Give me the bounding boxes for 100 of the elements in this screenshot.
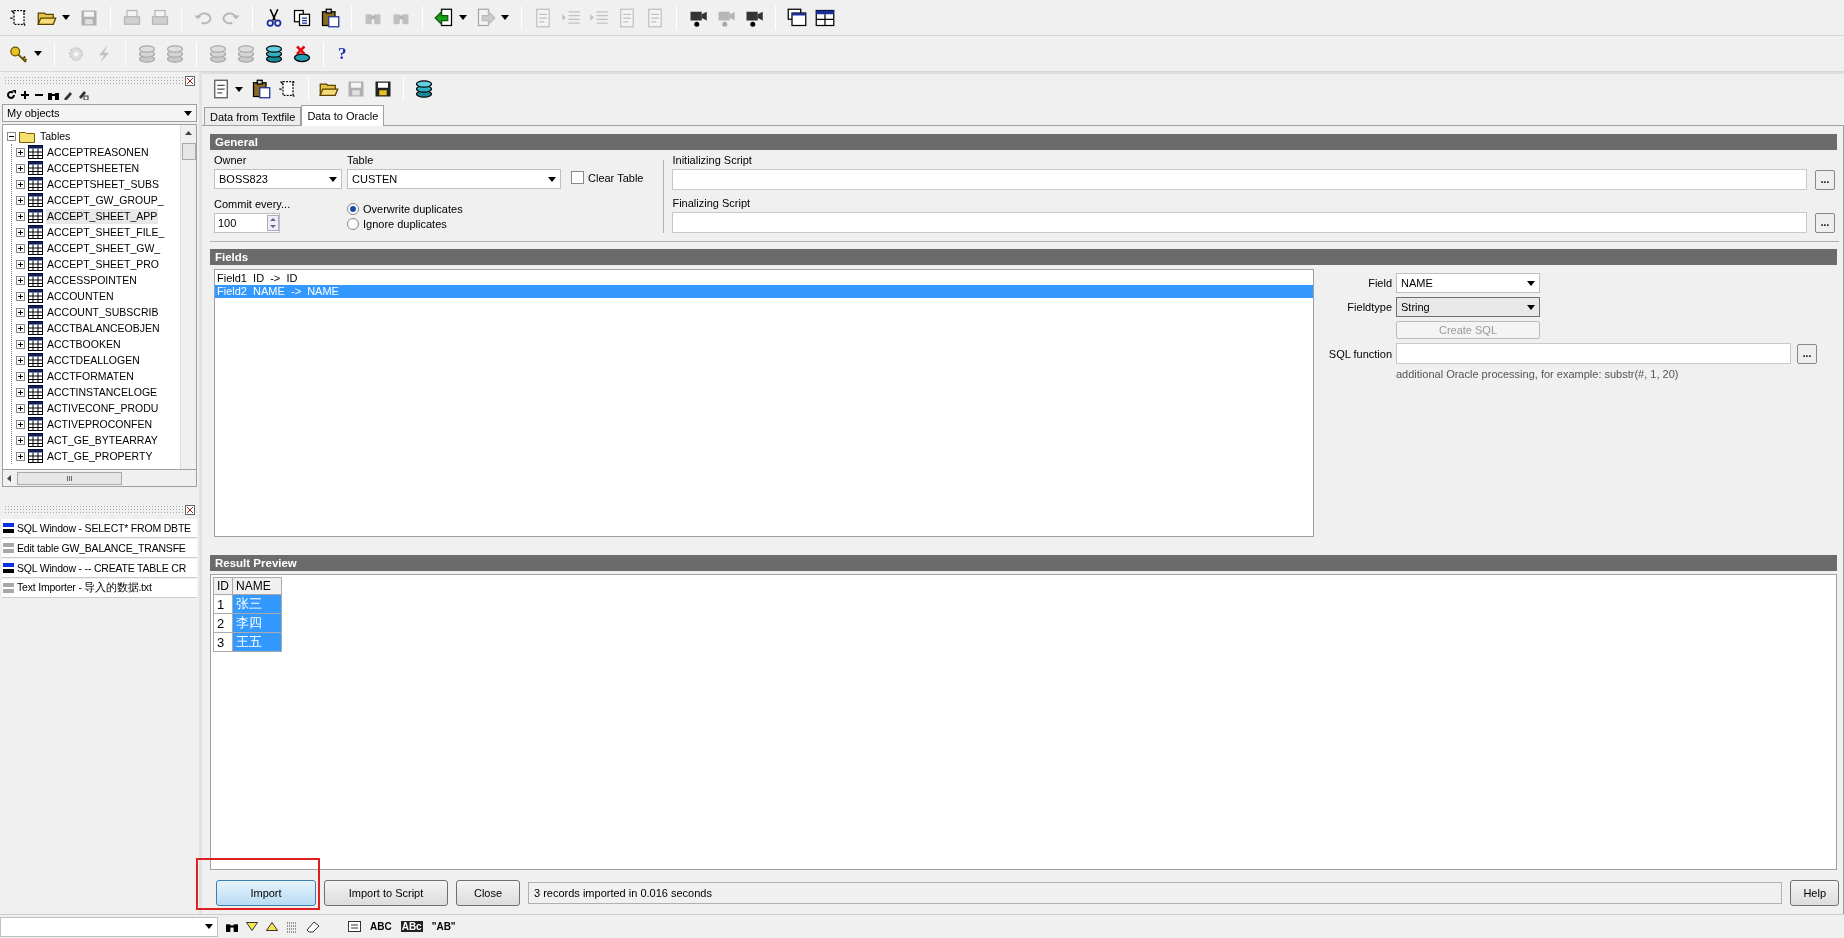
- tree-item[interactable]: ACT_GE_PROPERTY: [46, 448, 154, 464]
- field-dropdown[interactable]: NAME: [1396, 273, 1540, 293]
- caret-icon[interactable]: [459, 15, 467, 20]
- sql-function-field[interactable]: [1396, 343, 1791, 364]
- tree-item[interactable]: ACCEPT_SHEET_FILE_: [46, 224, 166, 240]
- tree-item[interactable]: ACTIVECONF_PRODU: [46, 400, 160, 416]
- caret-icon[interactable]: [501, 15, 509, 20]
- radio-button[interactable]: [347, 218, 359, 230]
- text-format-icon[interactable]: ABc: [400, 921, 423, 932]
- tree-item[interactable]: ACCEPTREASONEN: [46, 144, 150, 160]
- browse-button[interactable]: ...: [1797, 343, 1817, 364]
- fields-list[interactable]: Field1 ID -> ID Field2 NAME -> NAME: [214, 269, 1314, 537]
- close-icon[interactable]: [185, 505, 195, 515]
- expand-icon[interactable]: [16, 435, 25, 445]
- action-button[interactable]: Import: [216, 880, 316, 906]
- tree-item[interactable]: ACCEPT_SHEET_GW_: [46, 240, 162, 256]
- script-field[interactable]: [672, 212, 1807, 233]
- triangle-up-icon[interactable]: [266, 922, 278, 931]
- tree-item[interactable]: ACTIVEPROCONFEN: [46, 416, 153, 432]
- pen-icon[interactable]: [78, 90, 89, 100]
- checkbox[interactable]: [571, 171, 584, 184]
- binoculars-icon[interactable]: [48, 90, 59, 100]
- pen-icon[interactable]: [63, 90, 74, 100]
- tree-item[interactable]: ACCEPTSHEET_SUBS: [46, 176, 161, 192]
- expand-icon[interactable]: [16, 195, 25, 205]
- expand-icon[interactable]: [16, 179, 25, 189]
- expand-icon[interactable]: [16, 451, 25, 461]
- tree-item[interactable]: ACT_GE_BYTEARRAY: [46, 432, 159, 448]
- tree-item[interactable]: ACCEPTSHEETEN: [46, 160, 141, 176]
- action-button[interactable]: Import to Script: [324, 880, 448, 906]
- tab[interactable]: Data from Textfile: [204, 107, 302, 125]
- expand-icon[interactable]: [16, 387, 25, 397]
- action-button[interactable]: Close: [456, 880, 520, 906]
- tree-item[interactable]: ACCOUNT_SUBSCRIB: [46, 304, 160, 320]
- caret-icon[interactable]: [34, 51, 42, 56]
- expand-icon[interactable]: [16, 323, 25, 333]
- list-icon[interactable]: [286, 920, 298, 933]
- tree-item[interactable]: ACCTFORMATEN: [46, 368, 135, 384]
- table-icon: [28, 273, 43, 287]
- owner-dropdown[interactable]: BOSS823: [214, 169, 342, 189]
- caret-icon: [1527, 304, 1535, 310]
- plus-icon[interactable]: [20, 90, 30, 100]
- tree-item[interactable]: ACCTINSTANCELOGE: [46, 384, 159, 400]
- tree-item[interactable]: ACCESSPOINTEN: [46, 272, 138, 288]
- expand-icon[interactable]: [16, 339, 25, 349]
- expand-icon[interactable]: [16, 291, 25, 301]
- table-icon: [28, 289, 43, 303]
- tree-item[interactable]: ACCEPT_SHEET_PRO: [46, 256, 161, 272]
- table-icon: [28, 161, 43, 175]
- expand-icon[interactable]: [16, 307, 25, 317]
- expand-icon[interactable]: [16, 371, 25, 381]
- tree-folder[interactable]: Tables: [39, 128, 72, 144]
- tree-item[interactable]: ACCTBOOKEN: [46, 336, 122, 352]
- refresh-icon[interactable]: [6, 90, 16, 100]
- fieldtype-dropdown[interactable]: String: [1396, 297, 1540, 317]
- table-dropdown[interactable]: CUSTEN: [347, 169, 561, 189]
- list-item[interactable]: Field1 ID -> ID: [215, 272, 1313, 285]
- expand-icon[interactable]: [16, 419, 25, 429]
- commit-spinner[interactable]: 100: [214, 213, 280, 233]
- form-icon[interactable]: [348, 921, 361, 932]
- text-format-icon[interactable]: "AB": [430, 921, 457, 932]
- help-button[interactable]: ?: [332, 43, 353, 64]
- triangle-down-icon[interactable]: [246, 922, 258, 931]
- scroll-left-icon[interactable]: [7, 474, 11, 482]
- filter-dropdown[interactable]: My objects: [2, 104, 197, 122]
- help-button[interactable]: Help: [1790, 880, 1839, 906]
- binoculars-icon[interactable]: [226, 921, 238, 932]
- expand-icon[interactable]: [16, 211, 25, 221]
- expand-icon[interactable]: [16, 403, 25, 413]
- collapse-icon[interactable]: [7, 131, 16, 141]
- caret-icon[interactable]: [235, 86, 243, 92]
- tree-item[interactable]: ACCTDEALLOGEN: [46, 352, 141, 368]
- table-icon: [28, 145, 43, 159]
- expand-icon[interactable]: [16, 275, 25, 285]
- browse-button[interactable]: ...: [1815, 212, 1835, 233]
- caret-icon[interactable]: [62, 15, 70, 20]
- expand-icon[interactable]: [16, 147, 25, 157]
- vertical-scrollbar[interactable]: [180, 125, 196, 469]
- expand-icon[interactable]: [16, 259, 25, 269]
- expand-icon[interactable]: [16, 243, 25, 253]
- eraser-icon[interactable]: [306, 920, 320, 933]
- tree-item[interactable]: ACCEPT_GW_GROUP_: [46, 192, 165, 208]
- browse-button[interactable]: ...: [1815, 169, 1835, 190]
- tab[interactable]: Data to Oracle: [301, 105, 385, 126]
- expand-icon[interactable]: [16, 355, 25, 365]
- scroll-up-icon[interactable]: [185, 131, 192, 135]
- tree-item[interactable]: ACCEPT_SHEET_APP: [46, 208, 159, 224]
- scroll-thumb[interactable]: [181, 143, 196, 160]
- tree-item[interactable]: ACCTBALANCEOBJEN: [46, 320, 161, 336]
- table-icon: [28, 225, 43, 239]
- script-field[interactable]: [672, 169, 1807, 190]
- tree-item[interactable]: ACCOUNTEN: [46, 288, 115, 304]
- window-icon: [3, 542, 14, 554]
- radio-button[interactable]: [347, 203, 359, 215]
- close-icon[interactable]: [185, 76, 195, 86]
- expand-icon[interactable]: [16, 227, 25, 237]
- expand-icon[interactable]: [16, 163, 25, 173]
- text-format-icon[interactable]: ABC: [369, 921, 393, 932]
- horizontal-scrollbar[interactable]: III: [2, 470, 197, 487]
- table-icon: [28, 449, 43, 463]
